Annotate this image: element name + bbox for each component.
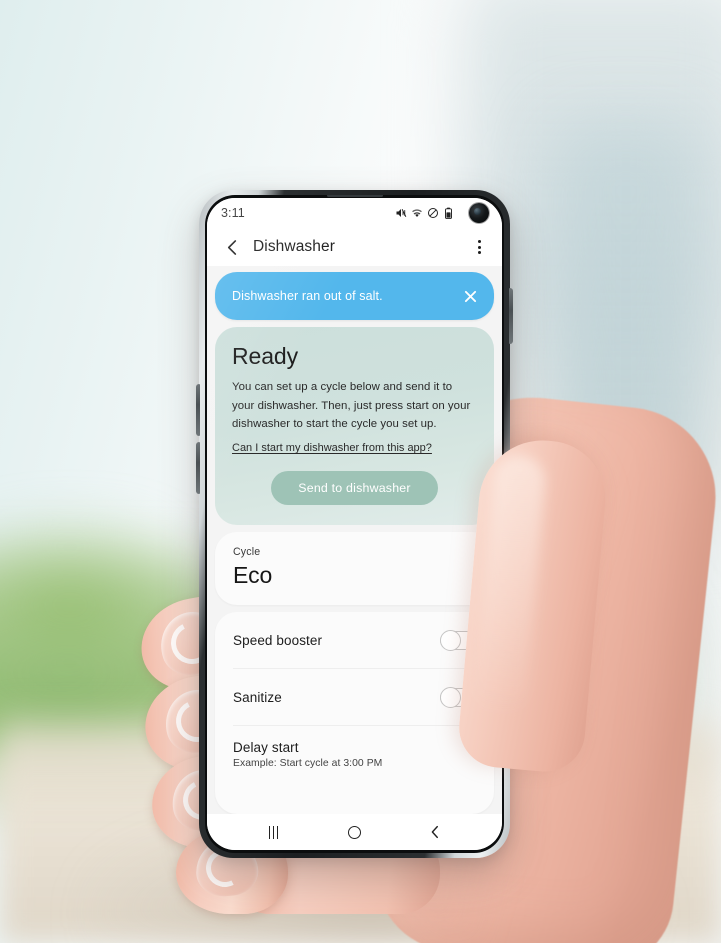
- back-icon[interactable]: [419, 817, 453, 847]
- app-content: Dishwasher ran out of salt. Ready You ca…: [207, 266, 502, 814]
- cycle-label: Cycle: [233, 546, 261, 559]
- side-power-button[interactable]: [509, 288, 513, 344]
- phone-screen: 3:11 Dishwasher Dishwasher ran out of sa…: [207, 198, 502, 850]
- help-link[interactable]: Can I start my dishwasher from this app?: [232, 442, 432, 454]
- volume-down-button[interactable]: [196, 442, 200, 494]
- mute-icon: [395, 207, 407, 219]
- sanitize-label: Sanitize: [233, 689, 282, 705]
- home-icon[interactable]: [338, 817, 372, 847]
- product-photo-scene: 3:11 Dishwasher Dishwasher ran out of sa…: [0, 0, 721, 943]
- app-bar: Dishwasher: [207, 228, 502, 266]
- do-not-disturb-icon: [427, 207, 439, 219]
- wifi-icon: [411, 207, 423, 219]
- earpiece-speaker: [326, 195, 383, 197]
- phone-bezel: 3:11 Dishwasher Dishwasher ran out of sa…: [205, 195, 504, 853]
- delay-start-subtitle: Example: Start cycle at 3:00 PM: [233, 758, 383, 770]
- option-row-delay-start[interactable]: Delay start Example: Start cycle at 3:00…: [233, 726, 476, 783]
- option-row-speed-booster[interactable]: Speed booster: [233, 612, 476, 670]
- speed-booster-label: Speed booster: [233, 632, 323, 648]
- page-title: Dishwasher: [253, 238, 335, 255]
- delay-start-text: Delay start Example: Start cycle at 3:00…: [233, 740, 382, 769]
- battery-icon: [443, 207, 454, 219]
- android-navigation-bar: [207, 814, 502, 850]
- cycle-value: Eco: [233, 562, 273, 589]
- close-icon[interactable]: [461, 287, 479, 305]
- toggle-knob: [440, 686, 461, 708]
- overflow-menu-icon[interactable]: [468, 233, 490, 261]
- front-camera-punch-hole: [469, 203, 489, 223]
- delay-start-label: Delay start: [233, 740, 299, 756]
- send-to-dishwasher-button[interactable]: Send to dishwasher: [271, 471, 438, 506]
- smartphone-device: 3:11 Dishwasher Dishwasher ran out of sa…: [196, 190, 513, 858]
- cycle-selector-card[interactable]: Cycle Eco: [215, 532, 494, 606]
- options-card: Speed booster Sanitize Delay start Examp…: [215, 612, 494, 814]
- status-card: Ready You can set up a cycle below and s…: [215, 327, 494, 526]
- recents-icon[interactable]: [257, 817, 291, 847]
- send-button-container: Send to dishwasher: [232, 471, 477, 506]
- status-title: Ready: [232, 343, 298, 369]
- status-bar-clock: 3:11: [221, 206, 245, 220]
- chevron-left-icon[interactable]: [220, 233, 244, 261]
- volume-up-button[interactable]: [196, 384, 200, 436]
- toggle-knob: [440, 629, 461, 651]
- notification-message: Dishwasher ran out of salt.: [232, 289, 383, 303]
- option-row-sanitize[interactable]: Sanitize: [233, 669, 476, 727]
- status-bar: 3:11: [207, 198, 502, 228]
- notification-banner[interactable]: Dishwasher ran out of salt.: [215, 272, 494, 320]
- status-description: You can set up a cycle below and send it…: [232, 381, 471, 430]
